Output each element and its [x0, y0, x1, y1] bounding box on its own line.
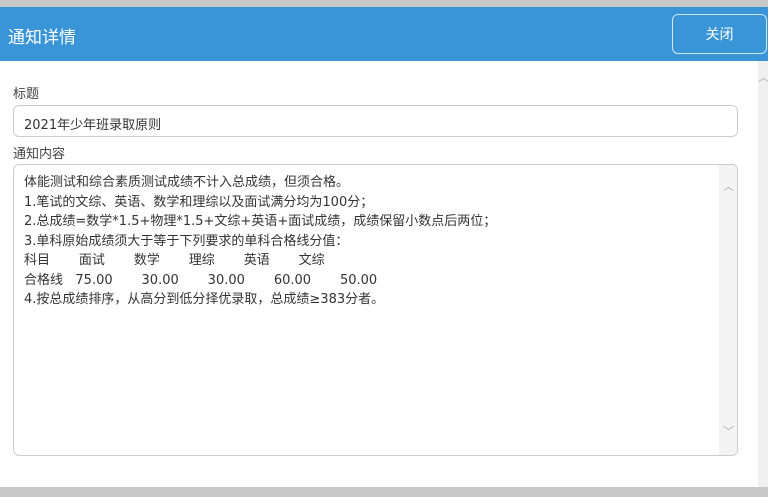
close-button[interactable]: 关闭	[672, 14, 767, 54]
window-top-border	[0, 0, 768, 7]
content-label: 通知内容	[13, 147, 66, 162]
content-line: 3.单科原始成绩须大于等于下列要求的单科合格线分值：	[24, 233, 349, 249]
content-textarea[interactable]: 体能测试和综合素质测试成绩不计入总成绩，但须合格。 1.笔试的文综、英语、数学和…	[13, 164, 738, 456]
chevron-down-icon[interactable]: ﹀	[723, 422, 734, 442]
content-line: 4.按总成绩排序，从高分到低分择优录取，总成绩≥383分者。	[24, 292, 385, 307]
dialog-body: 标题 2021年少年班录取原则 通知内容 体能测试和综合素质测试成绩不计入总成绩…	[0, 61, 758, 487]
content-line: 科目 面试 数学 理综 英语 文综	[24, 253, 325, 268]
page-scrollbar[interactable]: ︿	[758, 61, 768, 487]
dialog-header: 通知详情 关闭	[0, 7, 768, 61]
textarea-scrollbar[interactable]: ︿ ﹀	[719, 165, 737, 455]
chevron-up-icon[interactable]: ︿	[758, 69, 768, 85]
content-line: 2.总成绩=数学*1.5+物理*1.5+文综+英语+面试成绩，成绩保留小数点后两…	[24, 214, 497, 229]
dialog-title: 通知详情	[8, 28, 76, 48]
content-line: 体能测试和综合素质测试成绩不计入总成绩，但须合格。	[24, 175, 350, 190]
title-label: 标题	[13, 87, 40, 102]
content-line: 合格线 75.00 30.00 30.00 60.00 50.00	[24, 272, 378, 288]
chevron-up-icon[interactable]: ︿	[723, 177, 734, 197]
content-line: 1.笔试的文综、英语、数学和理综以及面试满分均为100分；	[24, 194, 374, 210]
window-bottom-border	[0, 487, 768, 497]
title-input[interactable]: 2021年少年班录取原则	[13, 105, 738, 137]
